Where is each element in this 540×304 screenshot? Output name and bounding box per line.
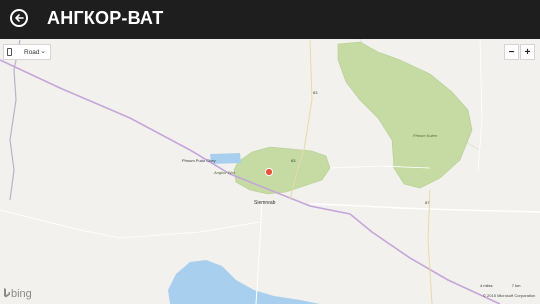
arrow-left-icon xyxy=(15,14,24,22)
road-shield-63: 63 xyxy=(313,90,318,95)
map-label-phnom-krom: Phnum Pudo Chey xyxy=(182,158,216,163)
page-title: АНГКОР-ВАТ xyxy=(47,8,164,28)
chevron-down-icon: ⌄ xyxy=(40,48,46,55)
map-style-label: Road xyxy=(24,49,40,56)
scale-km: 7 km xyxy=(511,283,521,288)
bing-b-icon xyxy=(3,288,11,298)
map-label-angkor-wat: Angkor Wat xyxy=(214,170,235,175)
scale-miles: 4 miles xyxy=(480,283,493,288)
location-pin xyxy=(264,167,274,177)
map-canvas[interactable] xyxy=(0,39,540,304)
road-shield-67: 67 xyxy=(425,200,430,205)
map-label-phnom-kulen: Phnom Kulen xyxy=(413,133,438,138)
zoom-in-button[interactable]: + xyxy=(520,44,535,60)
app-header: АНГКОР-ВАТ xyxy=(0,0,540,39)
map-scale: 4 miles 7 km xyxy=(480,283,520,288)
map-label-siem-reap: Siemreab xyxy=(254,200,276,206)
bing-wordmark: bing xyxy=(11,288,32,300)
bing-logo: bing xyxy=(3,287,32,300)
road-shield-63b: 63 xyxy=(291,158,296,163)
copyright: © 2015 Microsoft Corporation xyxy=(483,293,536,298)
zoom-out-button[interactable]: − xyxy=(504,44,519,60)
back-button[interactable] xyxy=(10,9,28,27)
phone-icon xyxy=(7,48,12,56)
map-style-selector[interactable]: Road ⌄ xyxy=(3,44,51,60)
